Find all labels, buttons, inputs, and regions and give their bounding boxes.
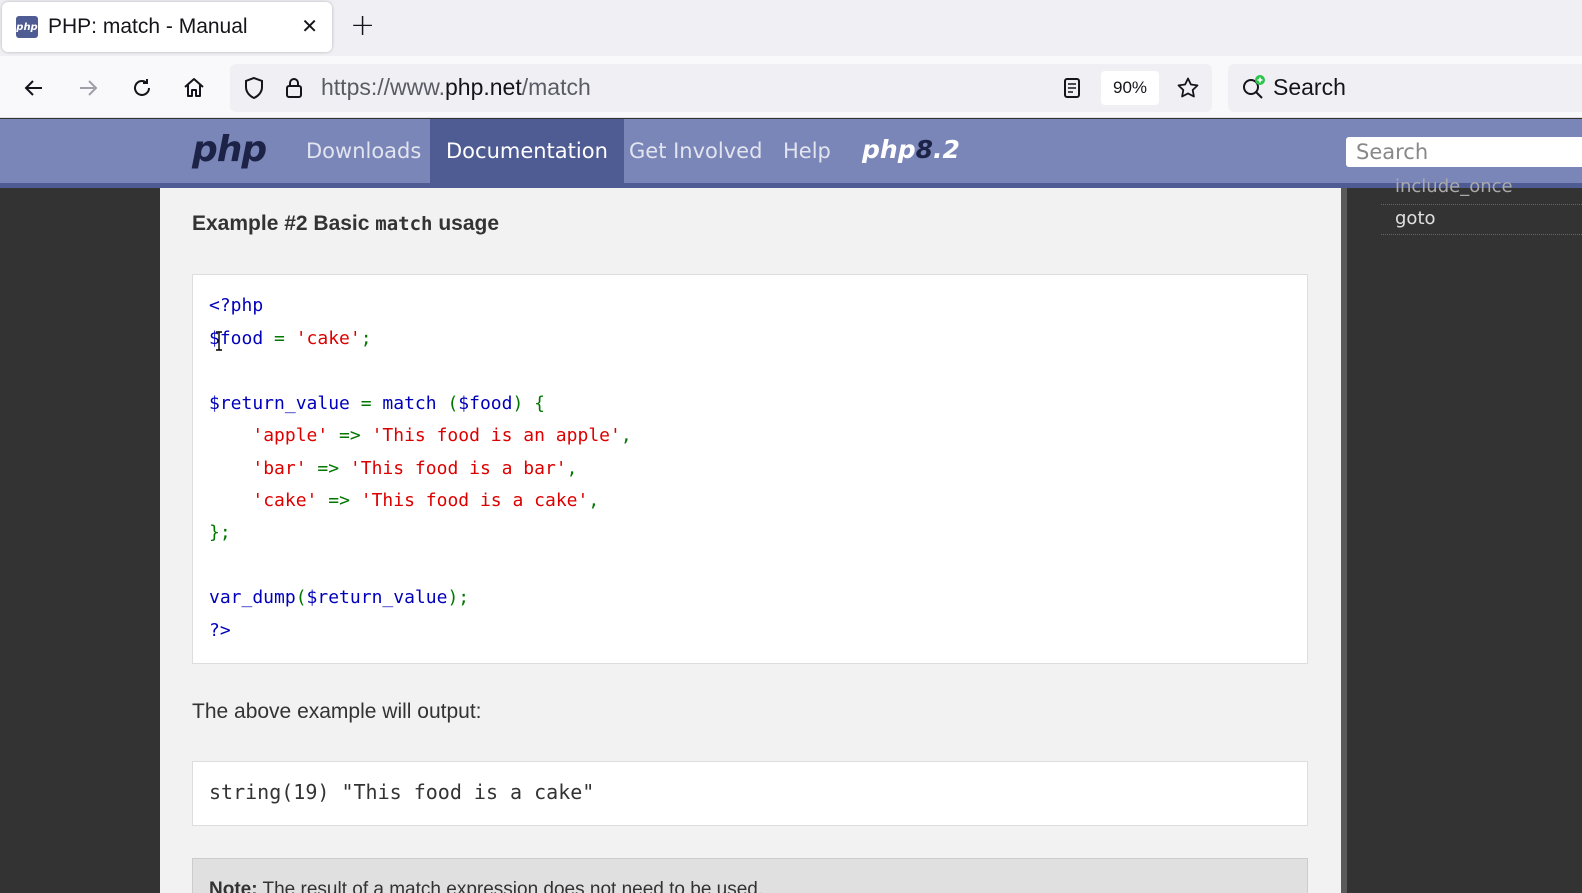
code-token: 'cake' [295,328,361,349]
site-search-input[interactable]: Search [1346,137,1582,167]
output-example[interactable]: string(19) "This food is a cake" [192,761,1308,826]
main-content: Example #2 Basic match usage <?php $food… [160,188,1341,893]
code-token: , [620,425,632,446]
nav-documentation[interactable]: Documentation [430,119,624,183]
code-token: , [588,490,600,511]
code-token: ; [360,328,372,349]
note-body: The result of a match expression does no… [262,879,764,893]
output-label: The above example will output: [192,700,482,723]
code-token: }; [209,522,231,543]
code-token: ( [447,393,459,414]
code-line: ?> [209,620,231,641]
php-logo[interactable]: php [192,129,267,170]
php-release-badge[interactable]: php8.2 [862,135,960,164]
code-token: = [263,328,296,349]
note-box: Note: The result of a match expression d… [192,858,1308,893]
new-tab-button[interactable]: + [350,10,375,42]
url-text[interactable]: https://www.php.net/match [321,74,591,101]
home-icon [184,78,204,97]
close-tab-icon[interactable]: ✕ [301,14,318,38]
php-favicon-icon: php [16,16,38,38]
left-gutter [0,188,160,893]
code-token: <?php [209,295,264,316]
browser-search-bar[interactable]: Search [1228,64,1582,112]
code-token: $return_value [306,587,448,608]
code-line: 'cake' => 'This food is a cake', [209,490,599,511]
code-line: var_dump($return_value); [209,587,469,608]
code-line: 'bar' => 'This food is a bar', [209,458,578,479]
sidebar-item-goto[interactable]: goto [1395,208,1436,229]
release-badge-post: .2 [933,135,960,164]
code-line: $food = 'cake'; [209,328,372,349]
code-line: $return_value = match ($food) { [209,393,545,414]
forward-arrow-icon [80,80,98,96]
note-label: Note: [209,879,258,893]
output-text: string(19) "This food is a cake" [209,780,595,804]
search-icon [1243,75,1265,99]
nav-help[interactable]: Help [767,119,847,183]
back-button[interactable] [20,74,48,102]
nav-downloads[interactable]: Downloads [290,119,437,183]
sidebar-divider-line [1381,204,1582,205]
sidebar-item-include-once[interactable]: include_once [1395,176,1513,197]
code-token: match [382,393,448,414]
url-prefix: https://www. [321,74,445,100]
code-token: 'cake' [252,490,318,511]
example-title-code: match [375,213,433,235]
forward-button[interactable] [74,74,102,102]
code-line: }; [209,522,231,543]
tab-title: PHP: match - Manual [48,15,248,38]
code-token: 'This food is an apple' [371,425,621,446]
url-host: php.net [444,74,522,100]
bookmark-star-icon[interactable] [1176,76,1200,100]
code-token: , [566,458,578,479]
back-arrow-icon [24,80,42,96]
code-line: 'apple' => 'This food is an apple', [209,425,632,446]
code-token: => [306,458,350,479]
address-bar[interactable]: https://www.php.net/match 90% [230,64,1212,112]
lock-icon[interactable] [282,76,306,100]
code-token: ); [447,587,470,608]
code-token: ?> [209,620,231,641]
code-token: 'This food is a cake' [360,490,589,511]
home-button[interactable] [180,74,208,102]
reload-button[interactable] [128,74,156,102]
browser-tab[interactable]: php PHP: match - Manual ✕ [2,2,332,52]
example-title-pre: Example #2 Basic [192,212,376,235]
shield-icon[interactable] [242,76,266,100]
code-token: $food [458,393,513,414]
reader-view-icon[interactable] [1060,76,1084,100]
code-token: = [349,393,383,414]
code-token: $return_value [209,393,350,414]
release-badge-version: 8 [915,135,933,164]
reload-icon [134,79,150,96]
code-example[interactable]: <?php $food = 'cake'; $return_value = ma… [192,274,1308,664]
code-token: var_dump [209,587,296,608]
code-token: ) { [512,393,545,414]
url-path: /match [521,74,591,100]
sidebar-divider-line [1381,234,1582,235]
code-line: <?php [209,295,263,316]
code-token: 'This food is a bar' [349,458,567,479]
release-badge-pre: php [862,135,916,164]
site-header: php Downloads Documentation Get Involved… [0,119,1582,183]
note-text: Note: The result of a match expression d… [209,879,763,893]
navigation-toolbar: https://www.php.net/match 90% Search [0,56,1582,118]
code-token: 'bar' [252,458,307,479]
sidebar: include_once goto [1347,176,1582,893]
code-token: => [328,425,372,446]
search-bar-label: Search [1273,74,1346,100]
code-token: ( [295,587,307,608]
tab-strip: php PHP: match - Manual ✕ + [0,0,1582,56]
nav-get-involved[interactable]: Get Involved [613,119,778,183]
text-cursor-icon [216,331,222,351]
zoom-level-button[interactable]: 90% [1101,71,1159,105]
code-token: => [317,490,361,511]
example-title-post: usage [432,212,500,235]
code-token: 'apple' [252,425,329,446]
example-title: Example #2 Basic match usage [192,212,499,236]
